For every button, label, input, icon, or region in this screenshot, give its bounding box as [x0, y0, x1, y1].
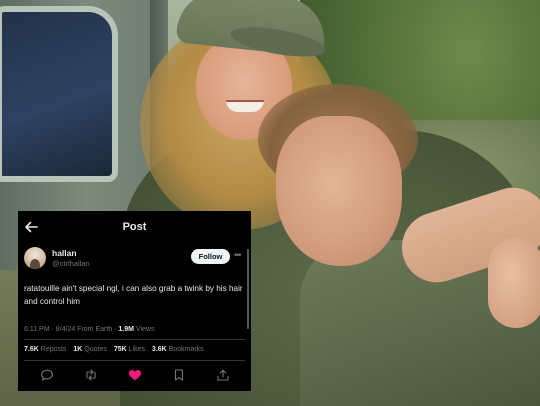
stat-label: Quotes	[84, 346, 107, 353]
action-bar	[18, 361, 251, 389]
page-title: Post	[122, 221, 147, 233]
author-row: hallan @ctrlhallan Follow •••	[18, 243, 251, 273]
stat-label: Bookmarks	[168, 346, 204, 353]
author-name[interactable]: hallan	[52, 248, 77, 258]
like-icon[interactable]	[128, 369, 142, 381]
tweet-time[interactable]: 6:11 PM · 8/4/24 From Earth ·	[24, 326, 118, 333]
follow-button[interactable]: Follow	[191, 249, 230, 264]
engagement-stats: 7.6K Reposts 1K Quotes 75K Likes 3.6K Bo…	[18, 340, 251, 360]
hand	[488, 238, 540, 328]
reply-icon[interactable]	[40, 369, 54, 381]
stat-label: Reposts	[40, 346, 67, 353]
stat-quotes[interactable]: 1K Quotes	[73, 346, 106, 353]
post-header: Post	[18, 211, 251, 243]
more-options-icon[interactable]: •••	[234, 250, 242, 260]
tweet-meta: 6:11 PM · 8/4/24 From Earth · 1.9M Views	[18, 323, 251, 339]
stat-count: 3.6K	[151, 346, 167, 353]
bookmark-icon[interactable]	[172, 369, 186, 381]
stat-bookmarks[interactable]: 3.6K Bookmarks	[152, 346, 204, 353]
views-count: 1.9M	[118, 326, 134, 333]
repost-icon[interactable]	[84, 369, 98, 381]
truck-window	[0, 6, 118, 182]
avatar[interactable]	[24, 247, 46, 269]
post-card: Post hallan @ctrlhallan Follow ••• ratat…	[18, 211, 251, 391]
share-icon[interactable]	[216, 369, 230, 381]
author-handle[interactable]: @ctrlhallan	[52, 259, 90, 268]
stat-count: 75K	[113, 346, 127, 353]
woman-smile	[226, 100, 264, 112]
stat-reposts[interactable]: 7.6K Reposts	[24, 346, 66, 353]
views-label: Views	[133, 326, 155, 333]
stat-likes[interactable]: 75K Likes	[114, 346, 145, 353]
stat-count: 1K	[73, 346, 83, 353]
stat-label: Likes	[128, 346, 145, 353]
tweet-text: ratatouille ain't special ngl, i can als…	[24, 284, 243, 306]
stat-count: 7.6K	[24, 346, 39, 353]
man-face	[276, 116, 402, 266]
